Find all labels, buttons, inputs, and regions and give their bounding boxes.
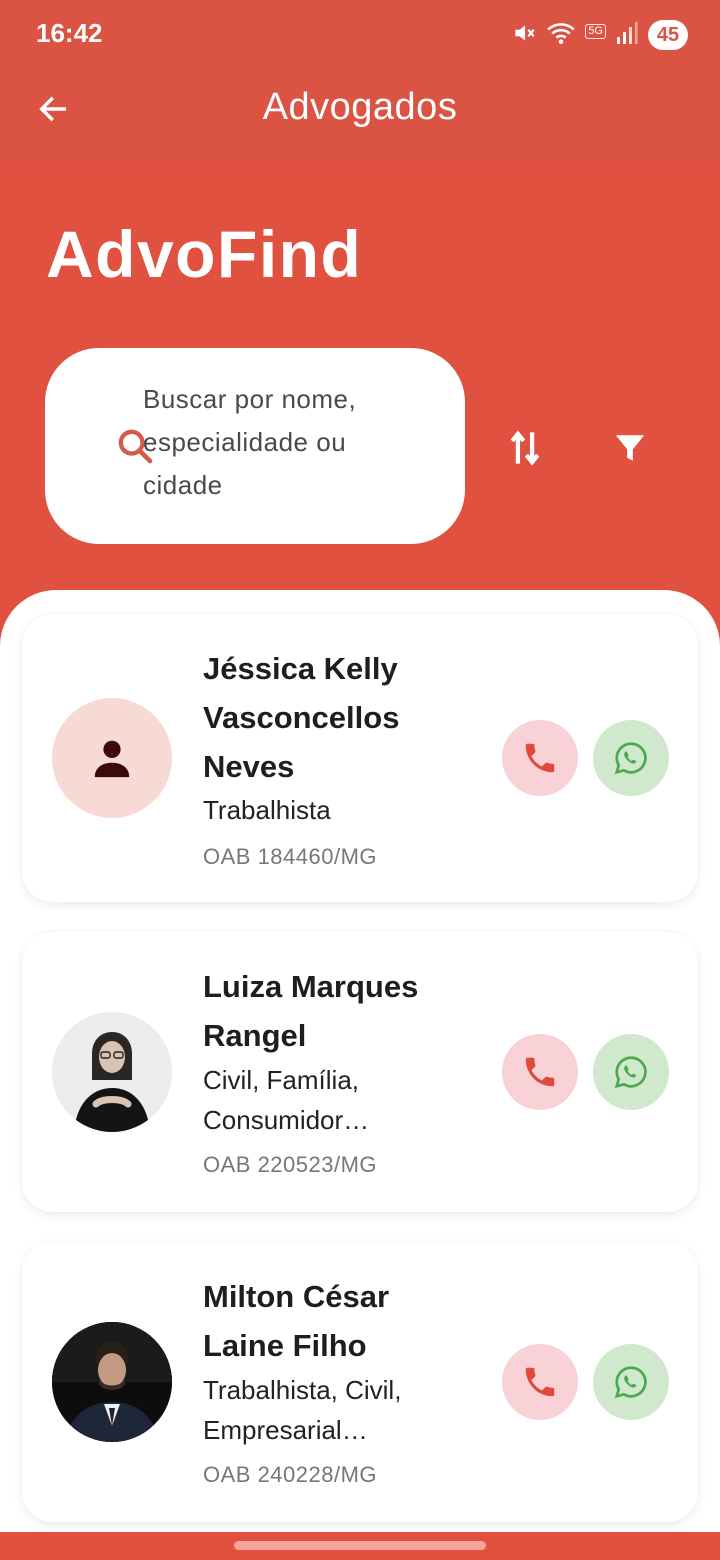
- whatsapp-icon: [614, 1366, 647, 1399]
- lawyer-specialties: Trabalhista: [203, 795, 331, 825]
- search-box[interactable]: Buscar por nome, especialidade ou cidade: [45, 348, 465, 544]
- wifi-icon: [547, 20, 576, 51]
- person-placeholder-icon: [94, 740, 130, 778]
- lawyer-oab: OAB 240228/MG: [203, 1462, 378, 1487]
- brand-logo-text: AdvoFind: [46, 217, 363, 291]
- whatsapp-icon: [614, 742, 647, 775]
- filter-button[interactable]: [600, 420, 660, 476]
- page-title: Advogados: [262, 86, 458, 128]
- lawyer-photo: [52, 1012, 172, 1132]
- avatar: [52, 698, 172, 818]
- search-input[interactable]: Buscar por nome, especialidade ou cidade: [143, 378, 403, 518]
- whatsapp-button[interactable]: [593, 1034, 669, 1110]
- sort-button[interactable]: [495, 420, 555, 476]
- lawyer-name: Jéssica Kelly Vasconcellos Neves: [203, 651, 400, 784]
- avatar: [52, 1322, 172, 1442]
- call-button[interactable]: [502, 1344, 578, 1420]
- avatar: [52, 1012, 172, 1132]
- lawyer-specialties: Civil, Família, Consumidor…: [203, 1065, 370, 1135]
- call-button[interactable]: [502, 1034, 578, 1110]
- phone-icon: [525, 743, 555, 773]
- lawyer-name: Milton César Laine Filho: [203, 1279, 390, 1363]
- sort-arrows-icon: [510, 430, 540, 466]
- lawyer-card[interactable]: Jéssica Kelly Vasconcellos Neves Trabalh…: [22, 614, 698, 902]
- call-button[interactable]: [502, 720, 578, 796]
- phone-icon: [525, 1367, 555, 1397]
- lawyer-oab: OAB 220523/MG: [203, 1152, 378, 1177]
- battery-icon: 45: [648, 20, 688, 50]
- lawyer-list: Jéssica Kelly Vasconcellos Neves Trabalh…: [0, 590, 720, 1532]
- signal-icon: [616, 21, 638, 50]
- status-icons: 5G 45: [511, 18, 688, 52]
- status-time: 16:42: [36, 18, 103, 48]
- filter-funnel-icon: [615, 435, 645, 461]
- network-badge: 5G: [585, 23, 606, 39]
- home-indicator[interactable]: [234, 1541, 486, 1550]
- mute-icon: [511, 20, 537, 51]
- lawyer-card[interactable]: Luiza Marques Rangel Civil, Família, Con…: [22, 932, 698, 1212]
- app-header: 16:42 5G 45 Advogados: [0, 0, 720, 162]
- lawyer-specialties: Trabalhista, Civil, Empresarial…: [203, 1375, 402, 1445]
- lawyer-photo: [52, 1322, 172, 1442]
- whatsapp-icon: [614, 1056, 647, 1089]
- lawyer-name: Luiza Marques Rangel: [203, 969, 419, 1053]
- whatsapp-button[interactable]: [593, 1344, 669, 1420]
- lawyer-card[interactable]: Milton César Laine Filho Trabalhista, Ci…: [22, 1242, 698, 1522]
- lawyer-oab: OAB 184460/MG: [203, 844, 378, 869]
- phone-icon: [525, 1057, 555, 1087]
- whatsapp-button[interactable]: [593, 720, 669, 796]
